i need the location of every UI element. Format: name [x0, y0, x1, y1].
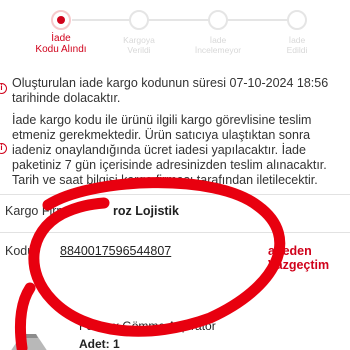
expiry-notice: i Oluşturulan iade kargo kodunun süresi …: [0, 76, 350, 108]
product-quantity: Adet: 1: [79, 337, 120, 350]
step-inspecting: İade İncelemeyor: [173, 10, 263, 55]
return-instructions-notice: i İade kargo kodu ile ürünü ilgili kargo…: [0, 113, 350, 193]
return-status-stepper: İade Kodu Alındı Kargoya Verildi İade İn…: [0, 0, 350, 62]
step-label: İade Edildi: [286, 35, 308, 55]
cargo-company-row: Kargo Firm roz Lojistik: [0, 194, 350, 230]
divider: [0, 232, 350, 233]
info-icon: i: [0, 143, 7, 154]
product-image: [11, 334, 47, 350]
step-shipped: Kargoya Verildi: [94, 10, 184, 55]
step-dot: [129, 10, 149, 30]
expiry-notice-text: Oluşturulan iade kargo kodunun süresi 07…: [12, 76, 329, 105]
product-name: F9 Inox Gömme Aspiratör: [79, 319, 216, 333]
product-item[interactable]: F9 Inox Gömme Aspiratör Adet: 1: [0, 316, 350, 350]
return-code-label: Kodu:: [5, 244, 38, 258]
cargo-company-label: Kargo Firm: [5, 204, 67, 218]
divider: [0, 194, 350, 195]
return-instructions-text: İade kargo kodu ile ürünü ilgili kargo g…: [12, 113, 327, 187]
return-code-row: Kodu: 8840017596544807 adeden Vazgeçtim: [0, 232, 350, 272]
step-dot: [287, 10, 307, 30]
step-label: İade Kodu Alındı: [35, 33, 87, 55]
cancel-return-link[interactable]: adeden Vazgeçtim: [268, 244, 350, 272]
info-icon: i: [0, 83, 7, 94]
return-code-value[interactable]: 8840017596544807: [60, 244, 171, 258]
step-return-code-received: İade Kodu Alındı: [16, 10, 106, 55]
cargo-company-value: roz Lojistik: [113, 204, 179, 218]
step-active-dot: [51, 10, 71, 30]
step-dot: [208, 10, 228, 30]
step-label: Kargoya Verildi: [123, 35, 155, 55]
step-returned: İade Edildi: [252, 10, 342, 55]
step-label: İade İncelemeyor: [194, 35, 242, 55]
